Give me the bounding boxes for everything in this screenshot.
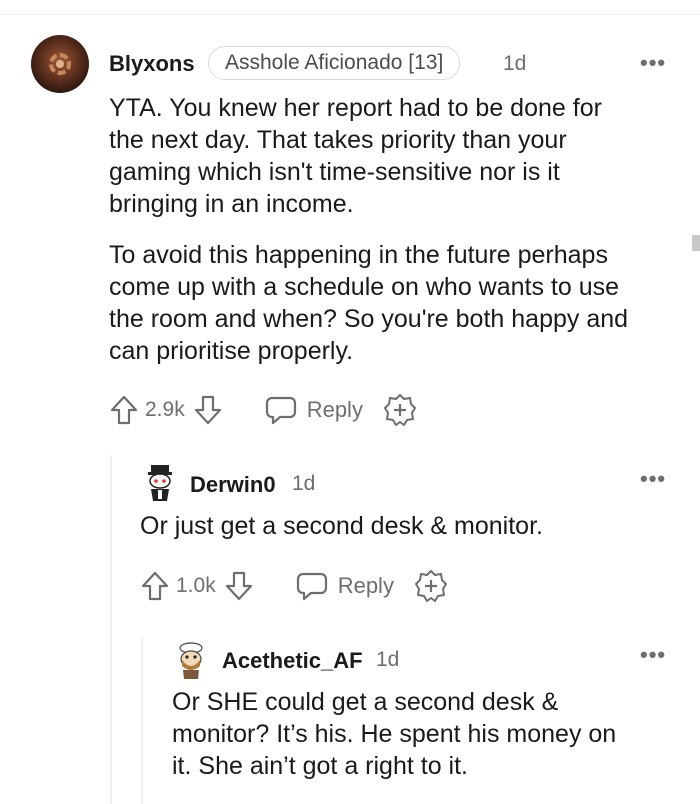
avatar-snoo	[148, 465, 172, 501]
vote-score: 2.9k	[145, 398, 185, 421]
scrollbar-thumb[interactable]	[692, 235, 700, 251]
reply-button[interactable]: Reply	[265, 395, 363, 425]
comment-text-line: it. She ain’t got a right to it.	[172, 752, 468, 780]
comment-body: Or SHE could get a second desk & monitor…	[172, 686, 682, 782]
comment-text-line: To avoid this happening in the future pe…	[109, 241, 608, 269]
comment-text-line: YTA. You knew her report had to be done …	[109, 94, 602, 122]
downvote-icon[interactable]	[193, 394, 223, 426]
downvote-icon[interactable]	[224, 570, 254, 602]
upvote-icon[interactable]	[109, 394, 139, 426]
comment-text-line: the next day. That takes priority than y…	[109, 126, 567, 154]
comment-text-line: gaming which isn't time-sensitive nor is…	[109, 158, 560, 186]
comment-timestamp[interactable]: 1d	[292, 472, 315, 496]
reply-label: Reply	[337, 573, 394, 598]
comment-text-line: come up with a schedule on who wants to …	[109, 273, 620, 301]
comment-author[interactable]: Blyxons	[109, 51, 195, 77]
comment-author[interactable]: Acethetic_AF	[222, 648, 363, 674]
gear-hub	[56, 60, 64, 68]
comment-author[interactable]: Derwin0	[190, 472, 276, 498]
comment-body-paragraph-2: To avoid this happening in the future pe…	[109, 239, 679, 367]
reply-icon	[296, 571, 328, 601]
award-icon[interactable]	[414, 569, 448, 603]
avatar[interactable]	[143, 463, 177, 503]
comment-body: YTA. You knew her report had to be done …	[109, 92, 679, 220]
user-flair: Asshole Aficionado [13]	[208, 46, 461, 80]
comment-text-line: Or SHE could get a second desk &	[172, 688, 559, 716]
top-divider	[0, 14, 700, 15]
avatar-snoo	[179, 642, 203, 679]
more-options-icon[interactable]: •••	[640, 466, 666, 492]
thread-line[interactable]	[110, 455, 112, 804]
more-options-icon[interactable]: •••	[640, 50, 666, 76]
comment-text-line: monitor? It’s his. He spent his money on	[172, 720, 617, 748]
comment-body: Or just get a second desk & monitor.	[140, 512, 543, 540]
comment-timestamp[interactable]: 1d	[503, 52, 526, 76]
reply-button[interactable]: Reply	[296, 571, 394, 601]
comment-timestamp[interactable]: 1d	[376, 648, 399, 672]
vote-score: 1.0k	[176, 574, 216, 597]
comment-text-line: the room and when? So you're both happy …	[109, 305, 629, 333]
reply-icon	[265, 395, 297, 425]
reply-label: Reply	[306, 397, 363, 422]
comment-thread: Blyxons Asshole Aficionado [13] 1d ••• Y…	[0, 0, 700, 804]
comment-actions: 2.9k Reply	[109, 392, 417, 428]
thread-line[interactable]	[141, 638, 143, 804]
comment-text-line: can prioritise properly.	[109, 337, 354, 365]
comment-text-line: bringing in an income.	[109, 190, 354, 218]
upvote-icon[interactable]	[140, 570, 170, 602]
avatar[interactable]	[31, 35, 89, 93]
avatar[interactable]	[174, 640, 208, 680]
more-options-icon[interactable]: •••	[640, 642, 666, 668]
comment-actions: 1.0k Reply	[140, 568, 448, 604]
award-icon[interactable]	[383, 393, 417, 427]
